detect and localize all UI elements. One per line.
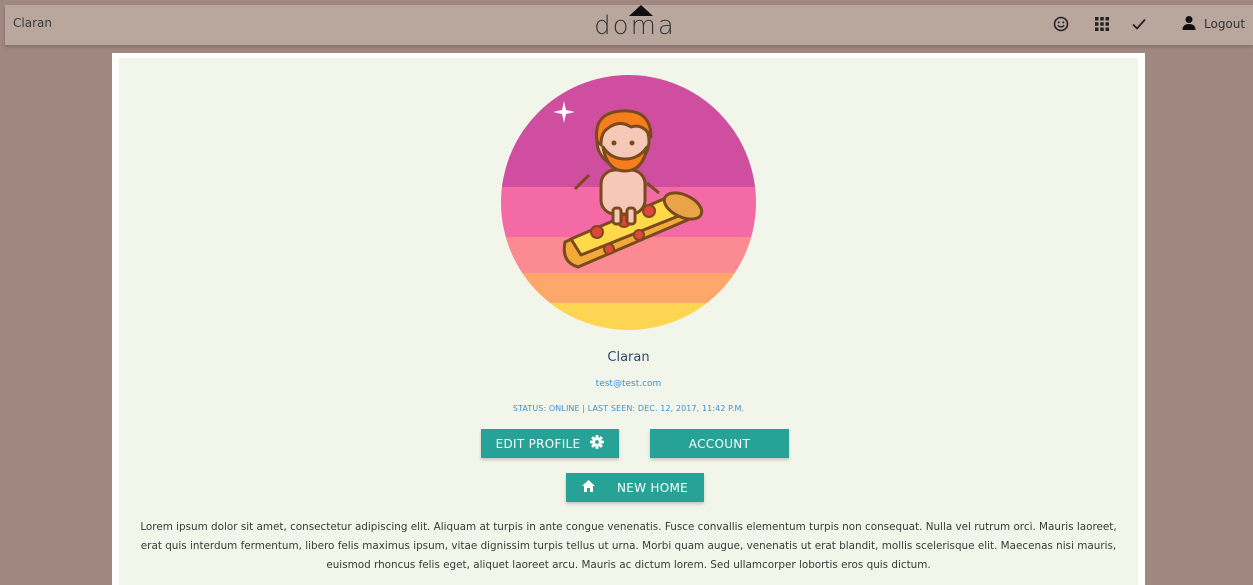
profile-bio: Lorem ipsum dolor sit amet, consectetur … <box>140 521 1117 571</box>
smiley-icon[interactable] <box>1051 14 1071 34</box>
gear-icon <box>590 435 605 452</box>
new-home-label: NEW HOME <box>616 480 689 495</box>
top-navbar: Claran doma Logout <box>5 5 1253 45</box>
profile-status: STATUS: ONLINE | LAST SEEN: DEC. 12, 201… <box>512 404 745 413</box>
logout-button[interactable]: Logout <box>1182 14 1245 34</box>
profile-name: Claran <box>607 350 650 365</box>
account-button[interactable]: ACCOUNT <box>650 429 789 458</box>
logout-label: Logout <box>1204 17 1246 31</box>
profile-avatar <box>501 75 756 330</box>
edit-profile-label: EDIT PROFILE <box>495 436 581 451</box>
person-icon <box>1182 15 1196 34</box>
home-icon <box>581 480 595 495</box>
profile-email[interactable]: test@test.com <box>119 379 1138 389</box>
new-home-button[interactable]: NEW HOME <box>566 473 704 502</box>
brand-name: doma <box>594 11 676 41</box>
account-label: ACCOUNT <box>688 436 751 451</box>
current-user-name[interactable]: Claran <box>13 16 52 30</box>
edit-profile-button[interactable]: EDIT PROFILE <box>481 429 619 458</box>
grid-icon[interactable] <box>1092 14 1112 34</box>
checkmark-icon[interactable] <box>1129 14 1149 34</box>
brand-logo[interactable]: doma <box>590 5 680 45</box>
